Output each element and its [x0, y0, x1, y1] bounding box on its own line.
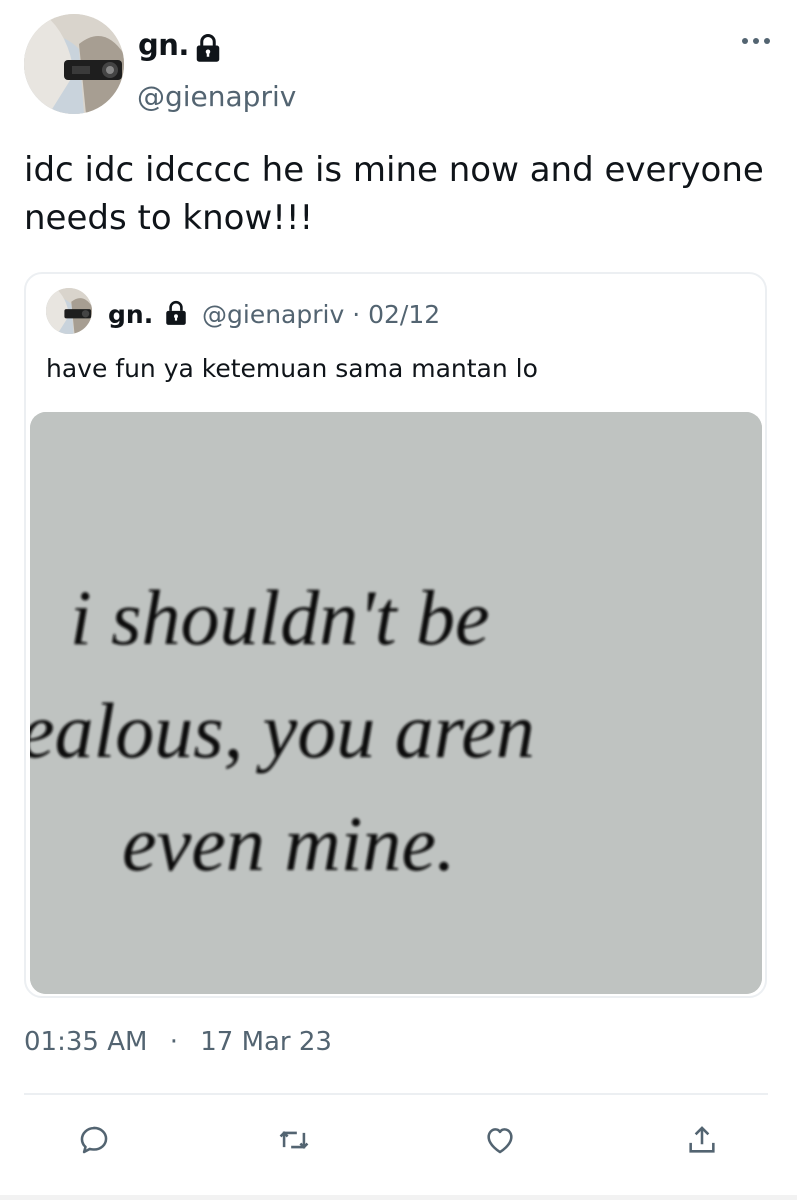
- more-icon[interactable]: [740, 31, 772, 51]
- image-text-line-1: i shouldn't be: [70, 574, 490, 661]
- quote-author-name: gn.: [108, 300, 154, 329]
- quoted-tweet[interactable]: gn. @gienapriv · 02/12 have fun ya ketem…: [24, 272, 767, 998]
- meta-separator: ·: [169, 1027, 178, 1057]
- lock-icon: [196, 34, 220, 62]
- share-icon: [689, 1126, 715, 1153]
- quote-avatar: [46, 288, 92, 334]
- quote-image-picture: i shouldn't be ealous, you aren even min…: [30, 412, 762, 994]
- quote-lock-icon: [166, 300, 186, 325]
- reply-icon: [80, 1126, 108, 1154]
- tweet-time[interactable]: 01:35 AM: [24, 1027, 147, 1057]
- tweet-text: idc idc idcccc he is mine now and everyo…: [24, 150, 764, 238]
- retweet-button[interactable]: [269, 1115, 319, 1165]
- quote-text: have fun ya ketemuan sama mantan lo: [46, 354, 538, 383]
- image-text-line-2: ealous, you aren: [30, 687, 535, 774]
- avatar-photo: [24, 14, 124, 114]
- like-button[interactable]: [475, 1115, 525, 1165]
- like-icon: [487, 1128, 513, 1154]
- reply-button[interactable]: [69, 1115, 119, 1165]
- bottom-edge: [0, 1195, 797, 1200]
- quote-author-handle-date: @gienapriv · 02/12: [202, 300, 441, 329]
- tweet-meta: 01:35 AM · 17 Mar 23: [24, 1025, 332, 1059]
- retweet-icon: [279, 1131, 309, 1149]
- divider: [24, 1093, 768, 1095]
- action-bar: [24, 1115, 768, 1165]
- share-button[interactable]: [677, 1115, 727, 1165]
- quote-avatar-photo: [46, 288, 92, 334]
- quote-image[interactable]: i shouldn't be ealous, you aren even min…: [30, 412, 762, 994]
- image-text-line-3: even mine.: [122, 800, 455, 887]
- tweet-date[interactable]: 17 Mar 23: [200, 1027, 332, 1057]
- author-name[interactable]: gn.: [138, 28, 189, 62]
- author-handle[interactable]: @gienapriv: [137, 80, 296, 114]
- avatar[interactable]: [24, 14, 124, 114]
